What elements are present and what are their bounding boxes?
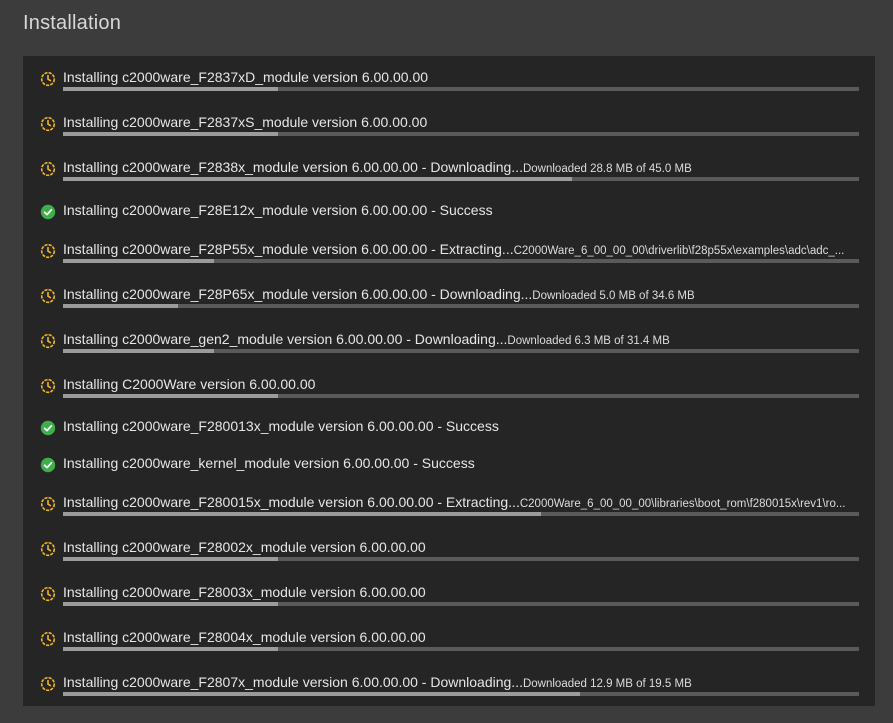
clock-icon bbox=[40, 496, 56, 512]
clock-icon bbox=[40, 71, 56, 87]
install-item-text: Installing c2000ware_F28P65x_module vers… bbox=[63, 286, 533, 302]
progress-bar bbox=[63, 177, 859, 181]
install-item-detail: Downloaded 12.9 MB of 19.5 MB bbox=[522, 678, 692, 690]
install-item-text: Installing c2000ware_F2837xS_module vers… bbox=[63, 114, 428, 130]
install-item-detail: Downloaded 28.8 MB of 45.0 MB bbox=[522, 163, 692, 175]
progress-bar-fill bbox=[63, 177, 573, 181]
installation-list[interactable]: Installing c2000ware_F2837xD_module vers… bbox=[23, 56, 875, 706]
install-item-label: Installing c2000ware_F2837xD_module vers… bbox=[63, 68, 860, 86]
install-item-detail: Downloaded 6.3 MB of 31.4 MB bbox=[507, 335, 670, 347]
install-item-text: Installing c2000ware_F28003x_module vers… bbox=[63, 584, 426, 600]
progress-bar bbox=[63, 349, 859, 353]
clock-icon bbox=[40, 378, 56, 394]
clock-icon bbox=[40, 288, 56, 304]
clock-icon bbox=[40, 333, 56, 349]
install-item-text: Installing c2000ware_F28004x_module vers… bbox=[63, 629, 426, 645]
progress-bar bbox=[63, 602, 859, 606]
install-item-text: Installing c2000ware_gen2_module version… bbox=[63, 331, 508, 347]
progress-bar-fill bbox=[63, 394, 278, 398]
progress-bar-fill bbox=[63, 557, 278, 561]
install-item-label: Installing c2000ware_F28P65x_module vers… bbox=[63, 285, 860, 305]
clock-icon bbox=[40, 116, 56, 132]
install-item-label: Installing c2000ware_F28003x_module vers… bbox=[63, 583, 860, 601]
clock-icon bbox=[40, 676, 56, 692]
progress-bar-fill bbox=[63, 259, 215, 263]
install-item-text: Installing c2000ware_kernel_module versi… bbox=[63, 455, 475, 471]
progress-bar-fill bbox=[63, 87, 278, 91]
install-item-detail: C2000Ware_6_00_00_00\libraries\boot_rom\… bbox=[519, 498, 846, 510]
install-item-text: Installing c2000ware_F28E12x_module vers… bbox=[63, 202, 493, 218]
install-item-label: Installing c2000ware_F28E12x_module vers… bbox=[63, 201, 860, 219]
install-item-label: Installing c2000ware_F28002x_module vers… bbox=[63, 538, 860, 556]
progress-bar bbox=[63, 132, 859, 136]
install-item-text: Installing c2000ware_F28002x_module vers… bbox=[63, 539, 426, 555]
progress-bar bbox=[63, 512, 859, 516]
install-item-label: Installing c2000ware_F280015x_module ver… bbox=[63, 493, 860, 513]
check-circle-icon bbox=[40, 457, 56, 473]
install-item-label: Installing c2000ware_F280013x_module ver… bbox=[63, 417, 860, 435]
clock-icon bbox=[40, 161, 56, 177]
install-item-label: Installing C2000Ware version 6.00.00.00 bbox=[63, 375, 860, 393]
install-item-label: Installing c2000ware_kernel_module versi… bbox=[63, 454, 860, 472]
install-item-label: Installing c2000ware_F28004x_module vers… bbox=[63, 628, 860, 646]
progress-bar bbox=[63, 692, 859, 696]
progress-bar bbox=[63, 394, 859, 398]
install-item-label: Installing c2000ware_F2838x_module versi… bbox=[63, 158, 860, 178]
progress-bar bbox=[63, 87, 859, 91]
page-title: Installation bbox=[23, 12, 122, 34]
progress-bar-fill bbox=[63, 512, 541, 516]
progress-bar-fill bbox=[63, 692, 581, 696]
progress-bar bbox=[63, 304, 859, 308]
progress-bar-fill bbox=[63, 304, 179, 308]
clock-icon bbox=[40, 541, 56, 557]
progress-bar-fill bbox=[63, 349, 215, 353]
install-item-text: Installing c2000ware_F280013x_module ver… bbox=[63, 418, 499, 434]
install-item-label: Installing c2000ware_F2837xS_module vers… bbox=[63, 113, 860, 131]
progress-bar-fill bbox=[63, 647, 278, 651]
install-item-text: Installing c2000ware_F2807x_module versi… bbox=[63, 674, 523, 690]
install-item-text: Installing c2000ware_F28P55x_module vers… bbox=[63, 241, 514, 257]
progress-bar bbox=[63, 259, 859, 263]
install-item-detail: C2000Ware_6_00_00_00\driverlib\f28p55x\e… bbox=[513, 245, 845, 257]
progress-bar-fill bbox=[63, 602, 278, 606]
install-item-text: Installing C2000Ware version 6.00.00.00 bbox=[63, 376, 316, 392]
install-item-text: Installing c2000ware_F2838x_module versi… bbox=[63, 159, 523, 175]
clock-icon bbox=[40, 243, 56, 259]
install-item-detail: Downloaded 5.0 MB of 34.6 MB bbox=[532, 290, 695, 302]
install-item-label: Installing c2000ware_gen2_module version… bbox=[63, 330, 860, 350]
install-item-text: Installing c2000ware_F280015x_module ver… bbox=[63, 494, 520, 510]
progress-bar-fill bbox=[63, 132, 278, 136]
install-item-label: Installing c2000ware_F2807x_module versi… bbox=[63, 673, 860, 693]
install-item-label: Installing c2000ware_F28P55x_module vers… bbox=[63, 240, 860, 260]
progress-bar bbox=[63, 557, 859, 561]
check-circle-icon bbox=[40, 204, 56, 220]
clock-icon bbox=[40, 631, 56, 647]
progress-bar bbox=[63, 647, 859, 651]
check-circle-icon bbox=[40, 420, 56, 436]
install-item-text: Installing c2000ware_F2837xD_module vers… bbox=[63, 69, 429, 85]
clock-icon bbox=[40, 586, 56, 602]
